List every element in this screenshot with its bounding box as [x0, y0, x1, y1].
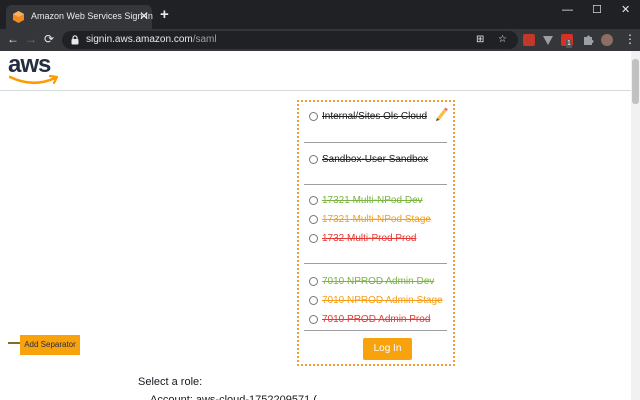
role-separator: [304, 263, 447, 264]
account-line-partial: Account: aws-cloud-1752209571 (...: [150, 394, 327, 400]
role-radio[interactable]: [309, 155, 318, 164]
browser-toolbar: ← → ⟳ signin.aws.amazon.com/saml ⊞ ☆ 1 ⋮: [0, 29, 640, 51]
aws-favicon-icon: [13, 11, 24, 23]
pencil-edit-icon[interactable]: [434, 107, 448, 121]
role-label: 1732 Multi-Prod Prod: [322, 233, 417, 244]
minimize-button[interactable]: —: [562, 3, 573, 17]
profile-avatar[interactable]: [601, 34, 613, 46]
ublock-icon[interactable]: [523, 34, 535, 46]
role-radio[interactable]: [309, 315, 318, 324]
role-label: 17321 Multi-NPod Stage: [322, 214, 431, 225]
chrome-menu-icon[interactable]: ⋮: [624, 32, 636, 47]
role-radio[interactable]: [309, 296, 318, 305]
scrollbar-thumb[interactable]: [632, 59, 639, 104]
role-radio[interactable]: [309, 215, 318, 224]
tab-close-icon[interactable]: ✕: [139, 9, 149, 23]
role-panel: Internal/Sites Ols Cloud Sandbox-User Sa…: [297, 100, 455, 366]
tab-title: Amazon Web Services Sign-In: [31, 11, 153, 21]
role-label: 7010 NPROD Admin Dev: [322, 276, 435, 287]
address-bar[interactable]: signin.aws.amazon.com/saml ⊞ ☆: [62, 31, 518, 49]
maximize-button[interactable]: ☐: [592, 3, 602, 17]
aws-smile-icon: [9, 74, 59, 85]
forward-button[interactable]: →: [25, 32, 37, 47]
role-radio[interactable]: [309, 234, 318, 243]
reload-button[interactable]: ⟳: [44, 32, 54, 47]
tab-aws-signin[interactable]: Amazon Web Services Sign-In ✕: [6, 5, 153, 29]
url-text[interactable]: signin.aws.amazon.com/saml: [86, 34, 217, 45]
role-separator: [304, 330, 447, 331]
role-separator: [304, 184, 447, 185]
translate-icon[interactable]: ⊞: [476, 33, 484, 47]
lock-icon: [71, 35, 79, 45]
role-label: 7010 PROD Admin Prod: [322, 314, 431, 325]
browser-window: Amazon Web Services Sign-In ✕ + — ☐ ✕ ← …: [0, 0, 640, 400]
role-label: Internal/Sites Ols Cloud: [322, 111, 428, 122]
role-radio[interactable]: [309, 277, 318, 286]
role-separator: [304, 142, 447, 143]
page-scrollbar[interactable]: [631, 51, 640, 400]
bookmark-star-icon[interactable]: ☆: [498, 33, 507, 47]
role-radio[interactable]: [309, 112, 318, 121]
puzzle-icon[interactable]: [582, 34, 594, 46]
red-extension-icon[interactable]: 1: [561, 34, 573, 48]
role-label: 7010 NPROD Admin Stage: [322, 295, 443, 306]
add-separator-button[interactable]: Add Separator: [20, 335, 80, 355]
select-role-heading: Select a role:: [138, 376, 203, 388]
drag-handle[interactable]: [8, 342, 20, 344]
role-label: Sandbox-User Sandbox: [322, 154, 429, 165]
tab-strip: Amazon Web Services Sign-In ✕ + — ☐ ✕: [0, 0, 640, 29]
new-tab-button[interactable]: +: [160, 7, 169, 22]
extension-badge: 1: [566, 40, 572, 48]
back-button[interactable]: ←: [7, 32, 19, 47]
role-label: 17321 Multi-NPod Dev: [322, 195, 423, 206]
v-extension-icon[interactable]: [542, 34, 554, 46]
close-window-button[interactable]: ✕: [621, 3, 630, 17]
url-host: signin.aws.amazon.com: [86, 34, 193, 45]
aws-header: aws: [0, 51, 631, 91]
role-radio[interactable]: [309, 196, 318, 205]
login-button[interactable]: Log In: [363, 338, 412, 360]
page-content: aws Internal/Sites Ols Cloud Sandbox-Use…: [0, 51, 640, 400]
url-path: /saml: [192, 34, 217, 45]
